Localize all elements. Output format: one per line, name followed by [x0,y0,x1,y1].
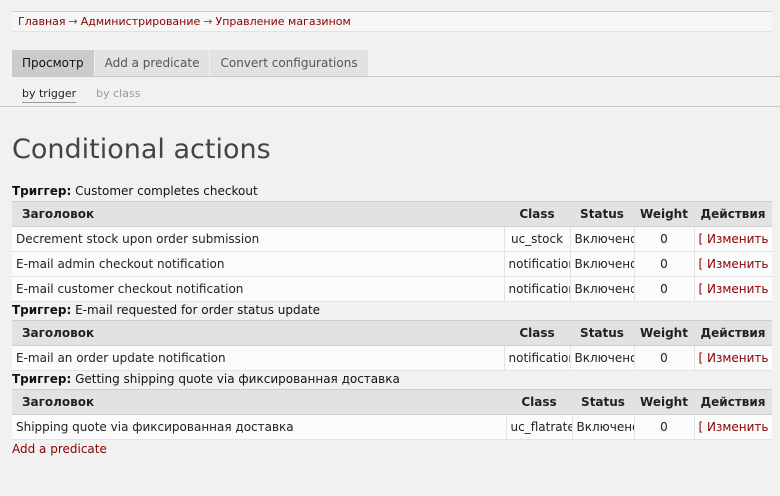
column-header-class: Class [506,389,572,415]
row-status: Включено [569,345,634,371]
row-status: Включено [569,226,634,252]
column-header-actions: Действия [694,389,772,415]
column-header-weight: Weight [634,320,694,346]
column-header-status: Status [572,389,634,415]
breadcrumb: Главная → Администрирование → Управление маг… [12,11,772,32]
table-row: E-mail an order update notification noti… [12,345,773,371]
table-row: E-mail admin checkout notification notif… [12,251,773,277]
breadcrumb-home-link[interactable]: Главная [18,15,66,28]
column-header-class: Class [504,201,570,227]
column-header-weight: Weight [634,201,694,227]
edit-link[interactable]: [ Изменить ] [699,257,773,271]
column-header-weight: Weight [634,389,694,415]
tabs-divider [12,76,780,77]
column-header-status: Status [570,320,634,346]
column-header-class: Class [504,320,570,346]
trigger-label: Триггер: [12,372,72,386]
edit-link[interactable]: [ Изменить ] [699,282,773,296]
column-header-actions: Действия [694,320,772,346]
breadcrumb-separator: → [203,15,213,28]
row-class: uc_flatrate [505,414,572,440]
subtab-by-class[interactable]: by class [96,87,140,103]
breadcrumb-store-link[interactable]: Управление магазином [216,15,351,28]
row-weight: 0 [633,414,694,440]
table-row: E-mail customer checkout notification no… [12,276,773,302]
edit-link[interactable]: [ Изменить ] [699,232,773,246]
table-row: Shipping quote via фиксированная доставк… [12,414,773,440]
row-title: Shipping quote via фиксированная доставк… [12,414,506,440]
subtab-by-trigger[interactable]: by trigger [22,87,77,103]
tab-convert-configurations[interactable]: Convert configurations [210,50,368,76]
table-header-row: Заголовок Class Status Weight Действия [12,389,772,415]
row-class: notification [503,251,570,277]
subtabs-divider [0,106,780,107]
row-title: Decrement stock upon order submission [12,226,504,252]
row-weight: 0 [633,276,694,302]
edit-link[interactable]: [ Изменить ] [699,351,773,365]
row-class: uc_stock [503,226,570,252]
row-status: Включено [569,251,634,277]
column-header-title: Заголовок [12,320,504,346]
edit-link[interactable]: [ Изменить ] [699,420,773,434]
primary-tabs: Просмотр Add a predicate Convert configu… [12,50,369,76]
trigger-label: Триггер: [12,184,72,198]
conditional-actions-table: Заголовок Class Status Weight Действия S… [12,389,772,440]
trigger-heading: Триггер: Customer completes checkout [12,184,258,198]
row-class: notification [503,276,570,302]
column-header-title: Заголовок [12,389,506,415]
table-row: Decrement stock upon order submission uc… [12,226,773,252]
row-title: E-mail admin checkout notification [12,251,504,277]
row-actions: [ Изменить ] [693,251,773,277]
row-actions: [ Изменить ] [693,276,773,302]
row-title: E-mail an order update notification [12,345,504,371]
tab-add-predicate[interactable]: Add a predicate [94,50,210,76]
trigger-label: Триггер: [12,303,72,317]
row-title: E-mail customer checkout notification [12,276,504,302]
table-header-row: Заголовок Class Status Weight Действия [12,201,772,227]
row-weight: 0 [633,345,694,371]
breadcrumb-separator: → [68,15,78,28]
conditional-actions-table: Заголовок Class Status Weight Действия E… [12,320,772,371]
row-weight: 0 [633,251,694,277]
column-header-status: Status [570,201,634,227]
secondary-tabs: by trigger by class [22,87,160,103]
row-actions: [ Изменить ] [693,226,773,252]
row-status: Включено [571,414,634,440]
row-weight: 0 [633,226,694,252]
breadcrumb-admin-link[interactable]: Администрирование [81,15,201,28]
trigger-name: Getting shipping quote via фиксированная… [75,372,400,386]
page-title: Conditional actions [12,134,271,165]
row-actions: [ Изменить ] [693,345,773,371]
column-header-title: Заголовок [12,201,504,227]
trigger-name: Customer completes checkout [75,184,258,198]
conditional-actions-table: Заголовок Class Status Weight Действия D… [12,201,772,302]
row-class: notification [503,345,570,371]
trigger-name: E-mail requested for order status update [75,303,321,317]
row-status: Включено [569,276,634,302]
trigger-heading: Триггер: Getting shipping quote via фикс… [12,372,400,386]
column-header-actions: Действия [694,201,772,227]
trigger-heading: Триггер: E-mail requested for order stat… [12,303,320,317]
add-predicate-link[interactable]: Add a predicate [12,442,107,456]
row-actions: [ Изменить ] [693,414,773,440]
table-header-row: Заголовок Class Status Weight Действия [12,320,772,346]
tab-view[interactable]: Просмотр [12,50,94,76]
